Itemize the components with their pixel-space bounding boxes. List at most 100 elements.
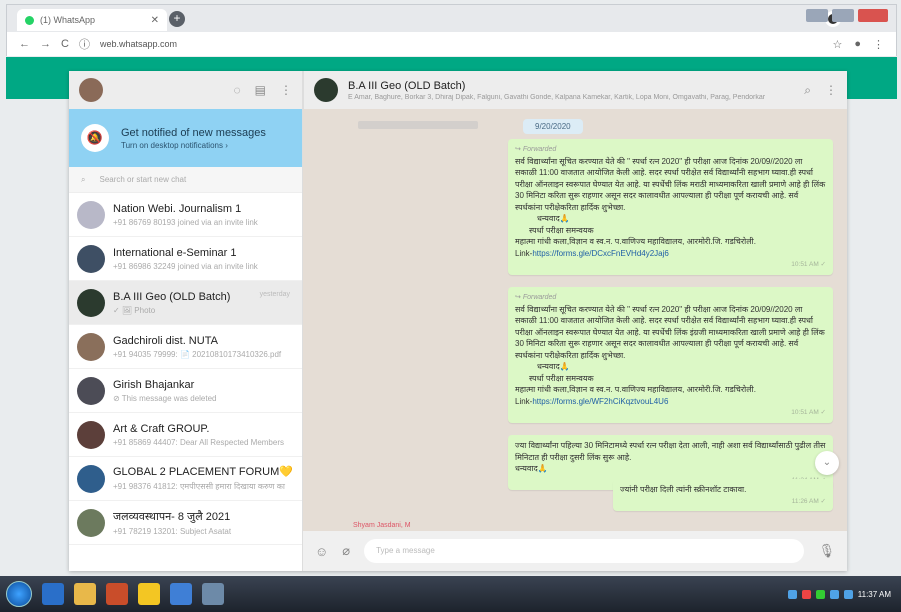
group-avatar[interactable] [314, 78, 338, 102]
scroll-down-button[interactable]: ⌄ [815, 451, 839, 475]
message-bubble[interactable]: ज्यांनी परीक्षा दिली त्यांनी स्क्रीनशॉट … [613, 479, 833, 511]
message-text: सर्व विद्यार्थ्यांना सूचित करण्यात येते … [515, 304, 825, 360]
search-icon: ⌕ [81, 174, 86, 184]
start-button[interactable] [6, 581, 32, 607]
status-icon[interactable]: ◌ [234, 83, 241, 97]
search-input[interactable]: Search or start new chat [99, 175, 186, 184]
form-link[interactable]: https://forms.gle/WF2hCiKqztvouL4U6 [532, 397, 668, 406]
search-bar[interactable]: ⌕ Search or start new chat [69, 167, 302, 193]
minimize-button[interactable] [806, 9, 828, 22]
chat-list-item[interactable]: Nation Webi. Journalism 1 +91 86769 80193… [69, 193, 302, 237]
chat-name: जलव्यवस्थापन- 8 जुलै 2021 [113, 511, 231, 523]
message-bubble[interactable]: ↪ Forwarded सर्व विद्यार्थ्यांना सूचित क… [508, 139, 833, 275]
chat-list-item[interactable]: Girish Bhajankar ⊘ This message was delet… [69, 369, 302, 413]
chrome-icon[interactable] [138, 583, 160, 605]
message-sig: धन्यवाद🙏 [515, 464, 548, 473]
message-sig: स्पर्धा परीक्षा समन्वयक [529, 225, 594, 235]
forward-icon[interactable]: → [40, 38, 51, 50]
word-icon[interactable] [170, 583, 192, 605]
message-text: सर्व विद्यार्थ्यांना सूचित करण्यात येते … [515, 156, 826, 212]
browser-tab[interactable]: (1) WhatsApp ✕ [17, 9, 167, 31]
notify-title: Get notified of new messages [121, 126, 266, 139]
message-time: 11:26 AM ✓ [791, 497, 826, 505]
maximize-button[interactable] [832, 9, 854, 22]
tray-icon[interactable] [801, 589, 811, 599]
notify-link[interactable]: Turn on desktop notifications › [121, 141, 266, 150]
new-chat-icon[interactable]: ▤ [255, 83, 266, 97]
chat-name: Art & Craft GROUP. [113, 422, 210, 435]
whatsapp-favicon-icon [25, 15, 34, 25]
chat-list-item[interactable]: Gadchiroli dist. NUTA +91 94035 79999: 📄 … [69, 325, 302, 369]
chat-avatar [77, 376, 105, 405]
media-icon[interactable] [106, 583, 128, 605]
form-link[interactable]: https://forms.gle/DCxcFnEVHd4y2Jaj6 [532, 249, 669, 258]
extension-icon[interactable]: ● [854, 38, 861, 51]
close-tab-icon[interactable]: ✕ [151, 15, 159, 26]
conversation-panel: B.A III Geo (OLD Batch) E Amar, Baghure,… [303, 71, 847, 571]
app-icon[interactable] [202, 583, 224, 605]
chat-preview: +91 98376 41812: एमपीएससी हमारा दिखाया क… [113, 482, 286, 491]
group-title: B.A III Geo (OLD Batch) [348, 79, 466, 92]
system-tray: 11:37 AM [787, 589, 901, 599]
chat-list-item[interactable]: International e-Seminar 1 +91 86986 32249… [69, 237, 302, 281]
browser-menu-icon[interactable]: ⋮ [873, 38, 884, 51]
message-time: 10:51 AM ✓ [791, 261, 826, 268]
reload-icon[interactable]: C [61, 38, 69, 50]
menu-icon[interactable]: ⋮ [280, 83, 292, 97]
forwarded-label: ↪ Forwarded [515, 294, 557, 301]
sidebar-header: ◌ ▤ ⋮ [69, 71, 302, 109]
message-input[interactable]: Type a message [364, 539, 805, 563]
chat-list-item[interactable]: Art & Craft GROUP. +91 85869 44407: Dear … [69, 413, 302, 457]
chat-name: Gadchiroli dist. NUTA [113, 334, 218, 347]
new-tab-button[interactable]: + [169, 11, 185, 27]
message-sig: धन्यवाद🙏 [537, 214, 570, 223]
message-text: ज्यांनी परीक्षा दिली त्यांनी स्क्रीनशॉट … [620, 485, 747, 494]
attach-icon[interactable]: ⌀ [342, 543, 350, 559]
message-sig: महात्मा गांधी कला,विज्ञान व स्व.न. प.वाण… [515, 385, 756, 394]
bell-off-icon: 🔕 [81, 124, 109, 152]
ie-icon[interactable] [42, 583, 64, 605]
chat-preview: +91 94035 79999: 📄 20210810173410326.pdf [113, 349, 282, 359]
chat-list-item[interactable]: जलव्यवस्थापन- 8 जुलै 2021 +91 78219 13201… [69, 501, 302, 545]
message-sig: धन्यवाद🙏 [537, 362, 570, 371]
mic-icon[interactable]: 🎙 [818, 543, 835, 559]
chat-list: Nation Webi. Journalism 1 +91 86769 80193… [69, 193, 302, 545]
message-sig: महात्मा गांधी कला,विज्ञान व स्व.न. प.वाण… [515, 237, 756, 246]
address-bar: ← → C ⓘ web.whatsapp.com ☆ ● ⋮ [7, 32, 896, 56]
emoji-icon[interactable]: ☺ [315, 544, 328, 559]
chat-name: GLOBAL 2 PLACEMENT FORUM💛 [113, 466, 293, 478]
chat-list-item[interactable]: GLOBAL 2 PLACEMENT FORUM💛 +91 98376 41812… [69, 457, 302, 501]
chat-avatar [77, 200, 105, 229]
user-avatar[interactable] [79, 78, 103, 102]
search-messages-icon[interactable]: ⌕ [804, 83, 811, 98]
link-label: Link- [515, 248, 533, 258]
chat-avatar [77, 420, 105, 449]
forwarded-label: ↪ Forwarded [515, 146, 557, 153]
blurred-preview [358, 121, 478, 129]
network-icon[interactable] [843, 589, 853, 599]
url-input[interactable]: web.whatsapp.com [100, 39, 177, 49]
chat-preview: +91 86769 80193 joined via an invite lin… [113, 217, 258, 227]
chat-list-item-active[interactable]: B.A III Geo (OLD Batch) ✓ 🖼 Photo yesterda… [69, 281, 302, 325]
browser-window: (1) WhatsApp ✕ + ← → C ⓘ web.whatsapp.co… [6, 4, 897, 56]
close-window-button[interactable] [858, 9, 888, 22]
notification-banner[interactable]: 🔕 Get notified of new messages Turn on d… [69, 109, 302, 167]
conversation-menu-icon[interactable]: ⋮ [825, 83, 837, 98]
clock[interactable]: 11:37 AM [858, 590, 891, 599]
message-sig: स्पर्धा परीक्षा समन्वयक [529, 373, 594, 383]
tab-title: (1) WhatsApp [40, 15, 96, 25]
group-members: E Amar, Baghure, Borkar 3, Dhiraj Dipak,… [348, 93, 766, 101]
tray-icon[interactable] [787, 589, 797, 599]
explorer-icon[interactable] [74, 583, 96, 605]
bookmark-star-icon[interactable]: ☆ [832, 38, 842, 51]
whatsapp-app: ◌ ▤ ⋮ 🔕 Get notified of new messages Tur… [69, 71, 847, 571]
back-icon[interactable]: ← [19, 38, 30, 50]
tray-icon[interactable] [815, 589, 825, 599]
message-bubble[interactable]: ↪ Forwarded सर्व विद्यार्थ्यांना सूचित क… [508, 287, 833, 423]
chat-preview: ⊘ This message was deleted [113, 393, 217, 403]
link-label: Link- [515, 396, 533, 406]
volume-icon[interactable] [829, 589, 839, 599]
conversation-header[interactable]: B.A III Geo (OLD Batch) E Amar, Baghure,… [303, 71, 847, 109]
chat-avatar [77, 332, 105, 361]
info-icon[interactable]: ⓘ [79, 36, 90, 52]
